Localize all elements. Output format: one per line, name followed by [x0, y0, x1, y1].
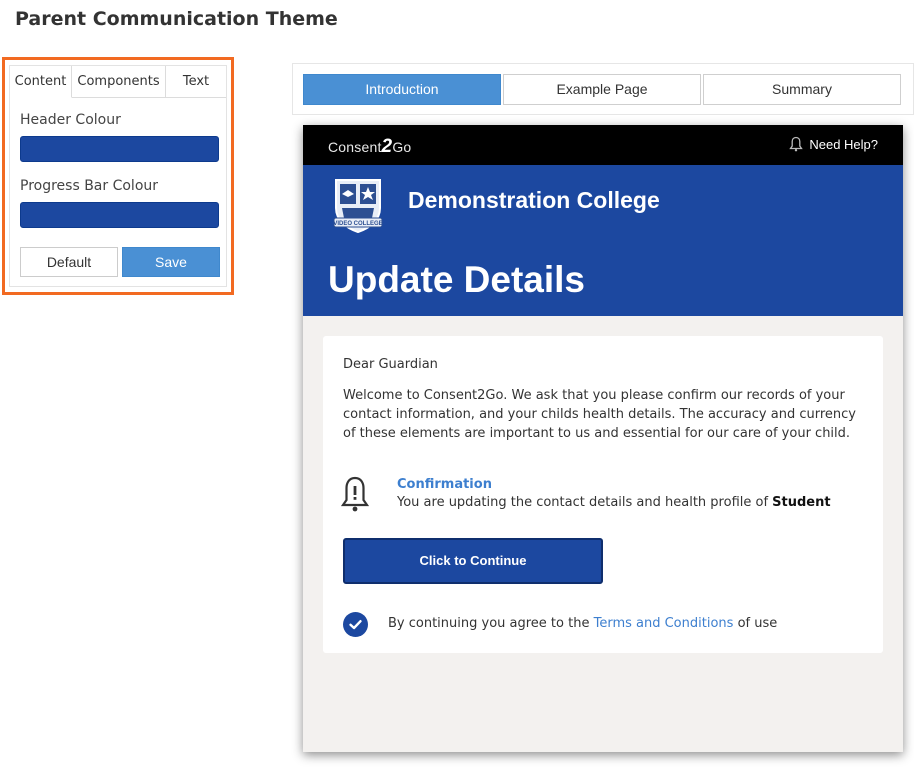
agree-suffix: of use — [737, 616, 778, 631]
header-colour-picker[interactable] — [20, 136, 219, 162]
save-button[interactable]: Save — [122, 247, 220, 277]
preview-header: VIDEO COLLEGE Demonstration College Upda… — [303, 165, 903, 316]
default-button[interactable]: Default — [20, 247, 118, 277]
need-help-label: Need Help? — [809, 136, 878, 152]
college-crest-logo: VIDEO COLLEGE — [333, 179, 383, 234]
preview-heading: Update Details — [328, 259, 586, 300]
brand-prefix: Consent — [328, 139, 382, 155]
agree-prefix: By continuing you agree to the — [388, 616, 590, 631]
terms-link[interactable]: Terms and Conditions — [594, 616, 734, 631]
settings-card: Content Components Text Header Colour Pr… — [9, 65, 227, 287]
tab-text[interactable]: Text — [166, 66, 226, 98]
theme-settings-panel: Content Components Text Header Colour Pr… — [2, 57, 234, 295]
continue-button[interactable]: Click to Continue — [343, 538, 603, 584]
consent2go-logo: Consent2Go — [328, 136, 411, 158]
progress-colour-label: Progress Bar Colour — [20, 178, 159, 194]
need-help-link[interactable]: Need Help? — [789, 136, 878, 152]
brand-suffix: Go — [392, 139, 412, 155]
preview-topbar: Consent2Go Need Help? — [303, 125, 903, 165]
check-icon — [349, 620, 362, 630]
page-title: Parent Communication Theme — [15, 8, 338, 30]
student-name: Student — [772, 495, 831, 510]
confirmation-title: Confirmation — [397, 477, 492, 492]
brand-two: 2 — [381, 136, 393, 157]
tab-summary[interactable]: Summary — [703, 74, 901, 105]
tab-example-page[interactable]: Example Page — [503, 74, 701, 105]
bell-icon — [341, 476, 369, 512]
settings-tabs: Content Components Text — [10, 66, 226, 98]
confirmation-body: You are updating the contact details and… — [397, 495, 769, 510]
terms-agreement: By continuing you agree to the Terms and… — [388, 616, 777, 631]
header-colour-label: Header Colour — [20, 112, 121, 128]
progress-colour-picker[interactable] — [20, 202, 219, 228]
tab-components[interactable]: Components — [72, 66, 166, 98]
preview-tabbar: Introduction Example Page Summary — [292, 63, 914, 115]
college-name: Demonstration College — [408, 187, 660, 213]
bell-icon — [789, 136, 804, 152]
welcome-text: Welcome to Consent2Go. We ask that you p… — [343, 388, 856, 441]
greeting-text: Dear Guardian — [343, 357, 438, 372]
agree-checkbox[interactable] — [343, 612, 368, 637]
tab-introduction[interactable]: Introduction — [303, 74, 501, 105]
theme-preview: Consent2Go Need Help? VIDEO COLLEGE Demo… — [303, 125, 903, 752]
logo-text: VIDEO COLLEGE — [333, 221, 382, 227]
tab-content[interactable]: Content — [10, 66, 72, 98]
intro-card: Dear Guardian Welcome to Consent2Go. We … — [323, 336, 883, 653]
confirmation-text: You are updating the contact details and… — [397, 495, 831, 510]
